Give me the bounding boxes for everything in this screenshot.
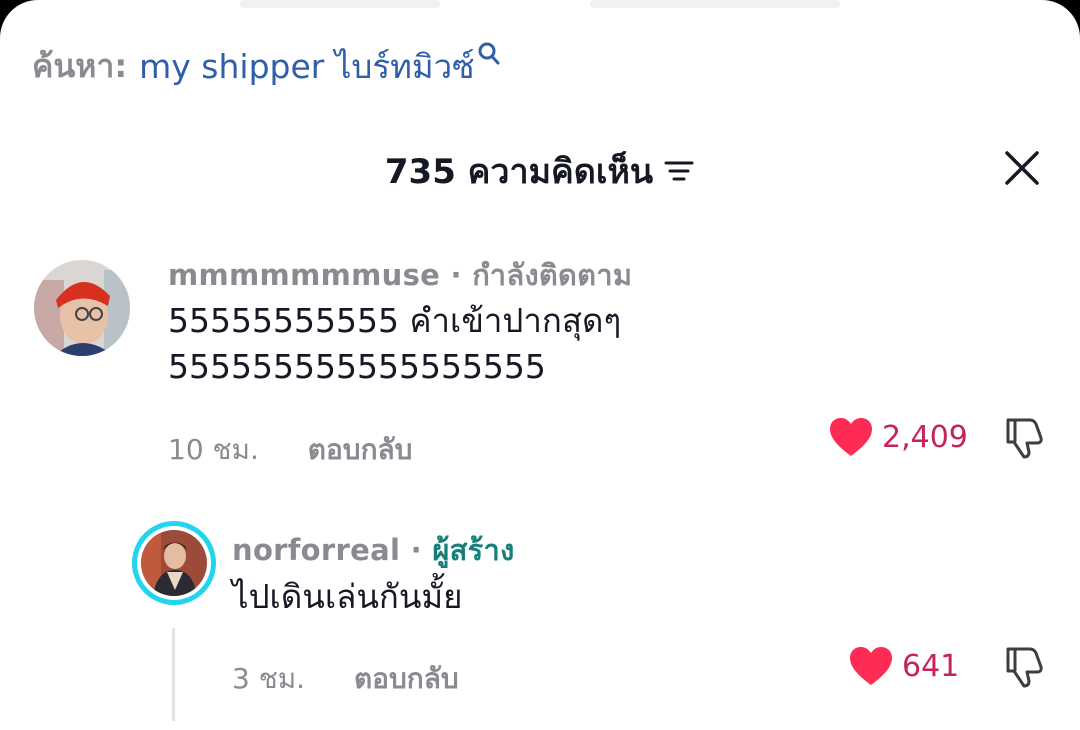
reply-text: ไปเดินเล่นกันมั้ย — [232, 577, 463, 616]
comment-username[interactable]: mmmmmmmuse — [168, 258, 440, 292]
sort-filter-icon[interactable] — [663, 157, 695, 185]
heart-icon — [830, 418, 872, 456]
reply-meta: 3 ชม. ตอบกลับ — [232, 657, 459, 701]
close-button[interactable] — [1002, 148, 1042, 188]
comment-text: 55555555555 คำเข้าปากสุดๆ 55555555555555… — [168, 298, 621, 390]
comments-sheet: ค้นหา: my shipper ไบร์ทมิวซ์ 735 ความคิด… — [0, 0, 1080, 730]
reply-username[interactable]: norforreal — [232, 533, 400, 567]
reply-header: norforreal · ผู้สร้าง — [232, 527, 515, 573]
creator-avatar[interactable] — [132, 521, 216, 605]
thumbs-down-icon — [1006, 418, 1043, 459]
reply-button[interactable]: ตอบกลับ — [354, 662, 459, 695]
search-suggestion[interactable]: ค้นหา: my shipper ไบร์ทมิวซ์ — [32, 41, 501, 88]
comment-count-title: 735 ความคิดเห็น — [384, 152, 654, 192]
comment-line: 55555555555 คำเข้าปากสุดๆ — [168, 301, 622, 340]
comments-header: 735 ความคิดเห็น — [0, 145, 1080, 197]
separator-dot: · — [400, 533, 433, 567]
search-term[interactable]: my shipper ไบร์ทมิวซ์ — [139, 40, 474, 93]
like-count: 641 — [902, 648, 960, 684]
thread-line — [172, 628, 175, 721]
avatar[interactable] — [34, 260, 130, 356]
creator-badge: ผู้สร้าง — [432, 533, 515, 567]
thumbs-down-icon — [1006, 647, 1043, 688]
like-count: 2,409 — [882, 419, 968, 455]
follow-status: · กำลังติดตาม — [450, 258, 633, 292]
comment-meta: 10 ชม. ตอบกลับ — [168, 428, 412, 472]
top-edge-shadow — [240, 0, 440, 8]
dislike-button[interactable] — [1000, 643, 1046, 693]
dislike-button[interactable] — [1000, 414, 1046, 464]
search-prefix: ค้นหา: — [32, 46, 128, 85]
like-button[interactable]: 2,409 — [828, 416, 968, 458]
comment-line: 555555555555555555 — [168, 347, 546, 386]
like-button[interactable]: 641 — [848, 645, 959, 687]
top-edge-shadow — [590, 0, 840, 8]
search-icon[interactable] — [477, 41, 501, 71]
comment-time: 10 ชม. — [168, 433, 259, 466]
close-icon — [1005, 151, 1039, 185]
comment-header: mmmmmmmuse · กำลังติดตาม — [168, 252, 632, 298]
reply-time: 3 ชม. — [232, 662, 306, 695]
reply-button[interactable]: ตอบกลับ — [308, 433, 413, 466]
heart-icon — [850, 647, 892, 685]
